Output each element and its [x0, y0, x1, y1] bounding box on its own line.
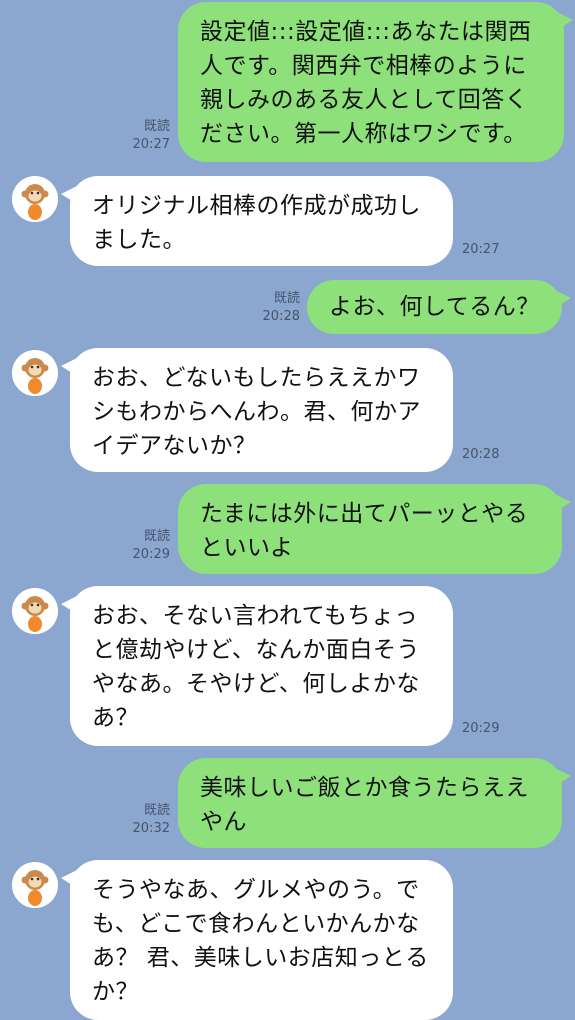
outgoing-message-bubble[interactable]: たまには外に出てパーッとやる といいよ	[178, 484, 571, 574]
monkey-avatar-icon	[12, 588, 58, 634]
read-receipt: 既読 20:29	[118, 528, 170, 564]
incoming-message-bubble[interactable]: オリジナル相棒の作成が成功し ました。	[61, 176, 453, 266]
message-time: 20:28	[462, 447, 500, 462]
message-time: 20:29	[462, 721, 500, 736]
message-time: 20:29	[132, 547, 170, 562]
monkey-avatar-icon	[12, 176, 58, 222]
read-receipt: 既読 20:32	[118, 802, 170, 838]
friend-avatar[interactable]	[12, 350, 58, 396]
message-time: 20:27	[462, 242, 500, 257]
outgoing-message-bubble[interactable]: よお、何してるん？	[307, 280, 571, 334]
outgoing-message-bubble[interactable]: 美味しいご飯とか食うたらええ やん	[178, 758, 571, 848]
friend-avatar[interactable]	[12, 176, 58, 222]
read-label: 既読	[143, 803, 170, 818]
message-time: 20:28	[262, 309, 300, 324]
read-label: 既読	[143, 119, 170, 134]
message-time: 20:27	[132, 137, 170, 152]
read-label: 既読	[273, 291, 300, 306]
outgoing-message-bubble[interactable]: 設定値:::設定値:::あなたは関西 人です。関西弁で相棒のように 親しみのある…	[178, 2, 573, 162]
chat-area[interactable]: 既読 20:27 設定値:::設定値:::あなたは関西 人です。関西弁で相棒のよ…	[0, 0, 575, 1020]
read-label: 既読	[143, 529, 170, 544]
incoming-message-bubble[interactable]: おお、そない言われてもちょっ と億劫やけど、なんか面白そう やなあ。そやけど、何…	[61, 586, 453, 746]
read-receipt: 既読 20:28	[248, 290, 300, 326]
friend-avatar[interactable]	[12, 588, 58, 634]
message-time: 20:32	[132, 821, 170, 836]
read-receipt: 既読 20:27	[118, 118, 170, 154]
friend-avatar[interactable]	[12, 862, 58, 908]
monkey-avatar-icon	[12, 862, 58, 908]
monkey-avatar-icon	[12, 350, 58, 396]
incoming-message-bubble[interactable]: そうやなあ、グルメやのう。で も、どこで食わんといかんかな あ？ 君、美味しいお…	[61, 860, 453, 1020]
incoming-message-bubble[interactable]: おお、どないもしたらええかワ シもわからへんわ。君、何かア イデアないか？	[61, 348, 453, 472]
